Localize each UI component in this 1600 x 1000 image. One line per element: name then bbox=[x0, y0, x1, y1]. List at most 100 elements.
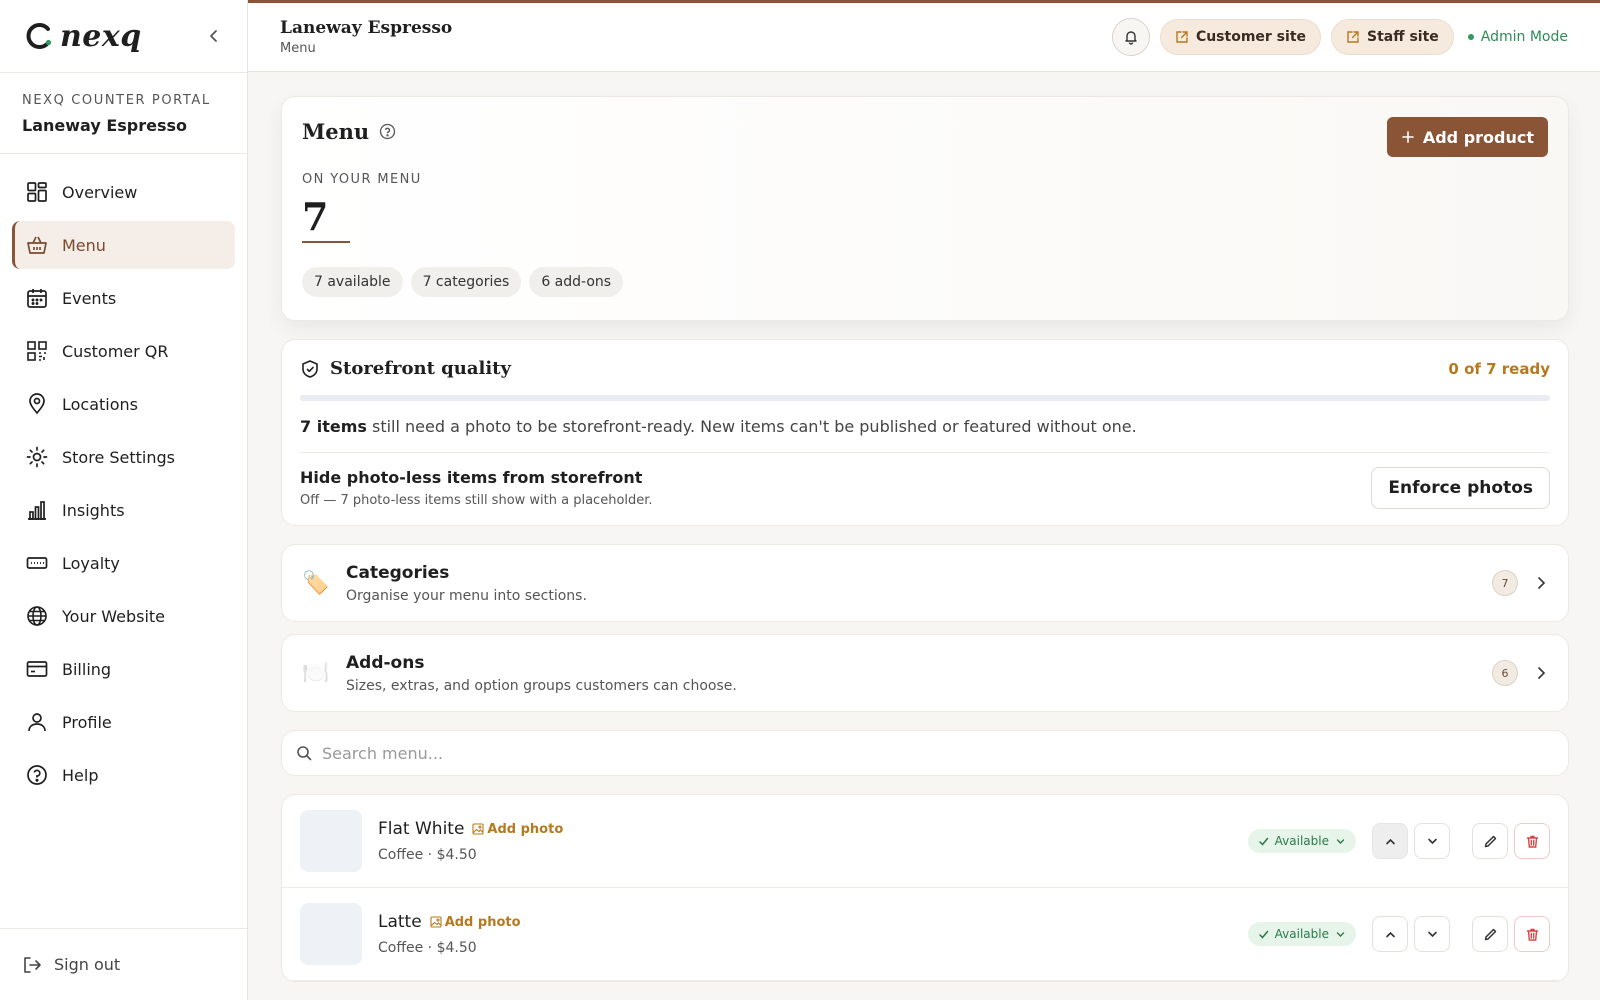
count-underline bbox=[302, 241, 350, 243]
add-photo-link[interactable]: Add photo bbox=[472, 822, 563, 837]
categories-link-card[interactable]: 🏷️ Categories Organise your menu into se… bbox=[281, 544, 1569, 622]
check-icon bbox=[1258, 837, 1268, 846]
on-menu-count: 7 bbox=[302, 194, 329, 239]
availability-dropdown[interactable]: Available bbox=[1247, 922, 1356, 946]
availability-label: Available bbox=[1274, 834, 1329, 848]
sidebar-item-label: Your Website bbox=[62, 606, 166, 626]
brand-name: nexq bbox=[60, 18, 142, 54]
breadcrumb: Laneway Espresso Menu bbox=[280, 18, 452, 56]
sidebar-item-locations[interactable]: Locations bbox=[12, 380, 235, 428]
card-icon bbox=[26, 557, 48, 569]
sidebar-item-help[interactable]: Help bbox=[12, 751, 235, 799]
item-name: Latte bbox=[378, 912, 422, 932]
move-down-button[interactable] bbox=[1414, 823, 1450, 859]
help-circle-icon[interactable] bbox=[379, 123, 396, 140]
basket-icon bbox=[27, 236, 47, 254]
staff-site-button[interactable]: Staff site bbox=[1331, 19, 1454, 55]
chevron-right-icon bbox=[1538, 667, 1546, 679]
addons-link-card[interactable]: 🍽️ Add-ons Sizes, extras, and option gro… bbox=[281, 634, 1569, 712]
sign-out-button[interactable]: Sign out bbox=[0, 928, 247, 1000]
main-content: Menu Add product ON YOUR MENU 7 7 availa… bbox=[281, 96, 1569, 982]
sidebar-item-overview[interactable]: Overview bbox=[12, 168, 235, 216]
collapse-sidebar-icon[interactable] bbox=[205, 27, 223, 45]
add-product-label: Add product bbox=[1422, 127, 1534, 147]
addons-sub: Sizes, extras, and option groups custome… bbox=[346, 677, 737, 694]
quality-title: Storefront quality bbox=[330, 358, 511, 379]
edit-button[interactable] bbox=[1472, 916, 1508, 952]
sidebar-item-menu[interactable]: Menu bbox=[12, 221, 235, 269]
sidebar-item-label: Overview bbox=[62, 182, 138, 202]
available-chip: 7 available bbox=[302, 267, 403, 297]
search-icon bbox=[297, 746, 312, 761]
sidebar-item-profile[interactable]: Profile bbox=[12, 698, 235, 746]
sign-out-label: Sign out bbox=[54, 955, 121, 974]
sidebar-item-billing[interactable]: Billing bbox=[12, 645, 235, 693]
chevron-right-icon bbox=[1538, 577, 1546, 589]
portal-label: NEXQ COUNTER PORTAL bbox=[22, 93, 211, 108]
move-up-button[interactable] bbox=[1372, 916, 1408, 952]
chevron-up-icon bbox=[1385, 838, 1395, 844]
page-title: Menu bbox=[302, 119, 370, 144]
chevron-down-icon bbox=[1427, 838, 1437, 844]
list-item: Flat White Add photo Coffee · $4.50 Avai… bbox=[282, 795, 1568, 888]
menu-heading: Menu bbox=[302, 119, 1548, 144]
move-down-button[interactable] bbox=[1414, 916, 1450, 952]
menu-items-list: Flat White Add photo Coffee · $4.50 Avai… bbox=[281, 794, 1569, 982]
addons-title: Add-ons bbox=[346, 652, 425, 673]
edit-button[interactable] bbox=[1472, 823, 1508, 859]
notifications-button[interactable] bbox=[1111, 18, 1150, 56]
item-thumbnail[interactable] bbox=[300, 903, 362, 965]
portal-info: NEXQ COUNTER PORTAL Laneway Espresso bbox=[0, 73, 247, 154]
portal-store-name: Laneway Espresso bbox=[22, 116, 188, 135]
quality-progress-bar bbox=[300, 395, 1550, 401]
user-icon bbox=[28, 713, 46, 732]
availability-dropdown[interactable]: Available bbox=[1247, 829, 1356, 853]
photo-warning-text: 7 items still need a photo to be storefr… bbox=[300, 417, 1550, 453]
enforce-photos-button[interactable]: Enforce photos bbox=[1371, 467, 1550, 509]
shield-check-icon bbox=[302, 359, 318, 378]
delete-button[interactable] bbox=[1514, 823, 1550, 859]
bell-icon bbox=[1125, 31, 1137, 45]
warning-detail: still need a photo to be storefront-read… bbox=[366, 417, 1137, 436]
sidebar-item-label: Menu bbox=[62, 235, 106, 255]
sidebar-item-label: Help bbox=[62, 765, 99, 785]
storefront-quality-card: Storefront quality 0 of 7 ready 7 items … bbox=[281, 339, 1569, 526]
image-icon bbox=[430, 916, 442, 928]
list-item: Latte Add photo Coffee · $4.50 Available bbox=[282, 888, 1568, 981]
add-photo-label: Add photo bbox=[444, 914, 521, 930]
sidebar-item-store-settings[interactable]: Store Settings bbox=[12, 433, 235, 481]
categories-sub: Organise your menu into sections. bbox=[346, 587, 587, 604]
brand-logo[interactable]: nexq bbox=[24, 19, 142, 54]
globe-icon bbox=[27, 606, 47, 626]
move-up-button[interactable] bbox=[1372, 823, 1408, 859]
page-subtitle: Menu bbox=[280, 41, 316, 56]
add-photo-link[interactable]: Add photo bbox=[430, 915, 521, 930]
sidebar-item-insights[interactable]: Insights bbox=[12, 486, 235, 534]
search-input[interactable] bbox=[322, 743, 1554, 763]
hide-photoless-sub: Off — 7 photo-less items still show with… bbox=[300, 493, 653, 508]
sidebar-item-loyalty[interactable]: Loyalty bbox=[12, 539, 235, 587]
availability-label: Available bbox=[1274, 927, 1329, 941]
sidebar-item-customer-qr[interactable]: Customer QR bbox=[12, 327, 235, 375]
grid-icon bbox=[27, 182, 47, 202]
delete-button[interactable] bbox=[1514, 916, 1550, 952]
addons-count-badge: 6 bbox=[1492, 660, 1518, 686]
page-store-title: Laneway Espresso bbox=[280, 18, 453, 38]
topbar: Laneway Espresso Menu Customer site Staf… bbox=[248, 0, 1600, 72]
credit-card-icon bbox=[26, 661, 48, 677]
check-icon bbox=[1258, 930, 1268, 939]
top-actions: Customer site Staff site Admin Mode bbox=[1111, 18, 1568, 56]
external-link-icon bbox=[1347, 31, 1359, 43]
customer-site-button[interactable]: Customer site bbox=[1159, 19, 1322, 55]
item-thumbnail[interactable] bbox=[300, 810, 362, 872]
qr-icon bbox=[27, 341, 47, 361]
add-product-button[interactable]: Add product bbox=[1386, 117, 1548, 157]
chevron-up-icon bbox=[1385, 931, 1395, 937]
sidebar-item-label: Loyalty bbox=[62, 553, 120, 573]
add-photo-label: Add photo bbox=[487, 821, 564, 837]
external-link-icon bbox=[1176, 31, 1188, 43]
sidebar-nav: Overview Menu Events Customer QR Locatio… bbox=[0, 154, 247, 818]
sidebar-item-label: Billing bbox=[62, 659, 112, 679]
sidebar-item-your-website[interactable]: Your Website bbox=[12, 592, 235, 640]
sidebar-item-events[interactable]: Events bbox=[12, 274, 235, 322]
